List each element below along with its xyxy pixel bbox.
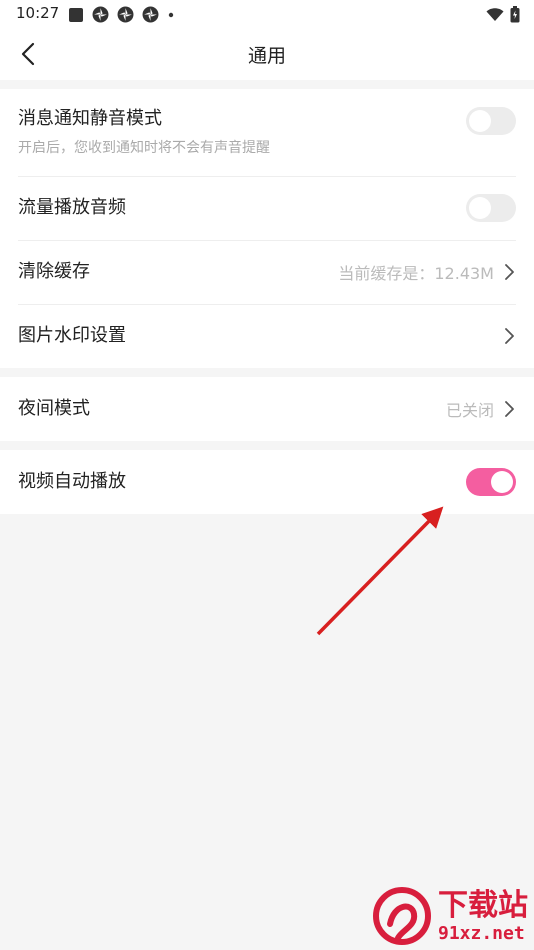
chevron-right-icon xyxy=(504,400,516,418)
setting-row-message-silent: 消息通知静音模式 开启后，您收到通知时将不会有声音提醒 xyxy=(0,89,534,176)
setting-row-night-mode[interactable]: 夜间模式 已关闭 xyxy=(0,377,534,441)
setting-row-watermark[interactable]: 图片水印设置 xyxy=(0,304,534,368)
data-audio-toggle[interactable] xyxy=(466,194,516,222)
setting-label: 流量播放音频 xyxy=(18,197,126,218)
app-square-icon xyxy=(69,7,83,22)
setting-label: 清除缓存 xyxy=(18,261,90,282)
setting-label: 消息通知静音模式 xyxy=(18,108,162,129)
more-dot-icon xyxy=(168,12,174,17)
status-time: 10:27 xyxy=(16,4,60,22)
system-icons xyxy=(486,6,520,23)
night-mode-status: 已关闭 xyxy=(445,401,494,420)
notification-icons xyxy=(68,6,175,23)
app-pinwheel-icon xyxy=(117,6,134,23)
setting-description: 开启后，您收到通知时将不会有声音提醒 xyxy=(18,140,270,156)
video-autoplay-toggle[interactable] xyxy=(466,468,516,496)
site-logo-icon xyxy=(373,887,431,945)
setting-row-data-audio: 流量播放音频 xyxy=(0,176,534,240)
setting-label: 图片水印设置 xyxy=(18,325,126,346)
toggle-knob xyxy=(469,110,491,132)
cache-size-value: 当前缓存是：12.43M xyxy=(338,264,494,283)
setting-row-video-autoplay: 视频自动播放 xyxy=(0,450,534,514)
status-bar: 10:27 xyxy=(0,0,534,28)
settings-group-night: 夜间模式 已关闭 xyxy=(0,377,534,441)
chevron-right-icon xyxy=(504,263,516,281)
setting-label: 夜间模式 xyxy=(18,398,90,419)
message-silent-toggle[interactable] xyxy=(466,107,516,135)
site-watermark: 下载站 91xz.net xyxy=(372,886,528,946)
toggle-knob xyxy=(491,471,513,493)
settings-group-video: 视频自动播放 xyxy=(0,450,534,514)
app-pinwheel-icon xyxy=(142,6,159,23)
settings-group-general: 消息通知静音模式 开启后，您收到通知时将不会有声音提醒 流量播放音频 清除缓存 … xyxy=(0,89,534,368)
setting-row-clear-cache[interactable]: 清除缓存 当前缓存是：12.43M xyxy=(0,240,534,304)
watermark-brand-url: 91xz.net xyxy=(438,922,525,944)
app-pinwheel-icon xyxy=(92,6,109,23)
page-title: 通用 xyxy=(247,45,286,67)
nav-bar: 通用 xyxy=(0,28,534,80)
watermark-brand-cn: 下载站 xyxy=(438,887,528,923)
toggle-knob xyxy=(469,197,491,219)
battery-icon xyxy=(510,6,520,23)
setting-label: 视频自动播放 xyxy=(18,471,126,492)
wifi-icon xyxy=(486,7,504,21)
chevron-right-icon xyxy=(504,327,516,345)
